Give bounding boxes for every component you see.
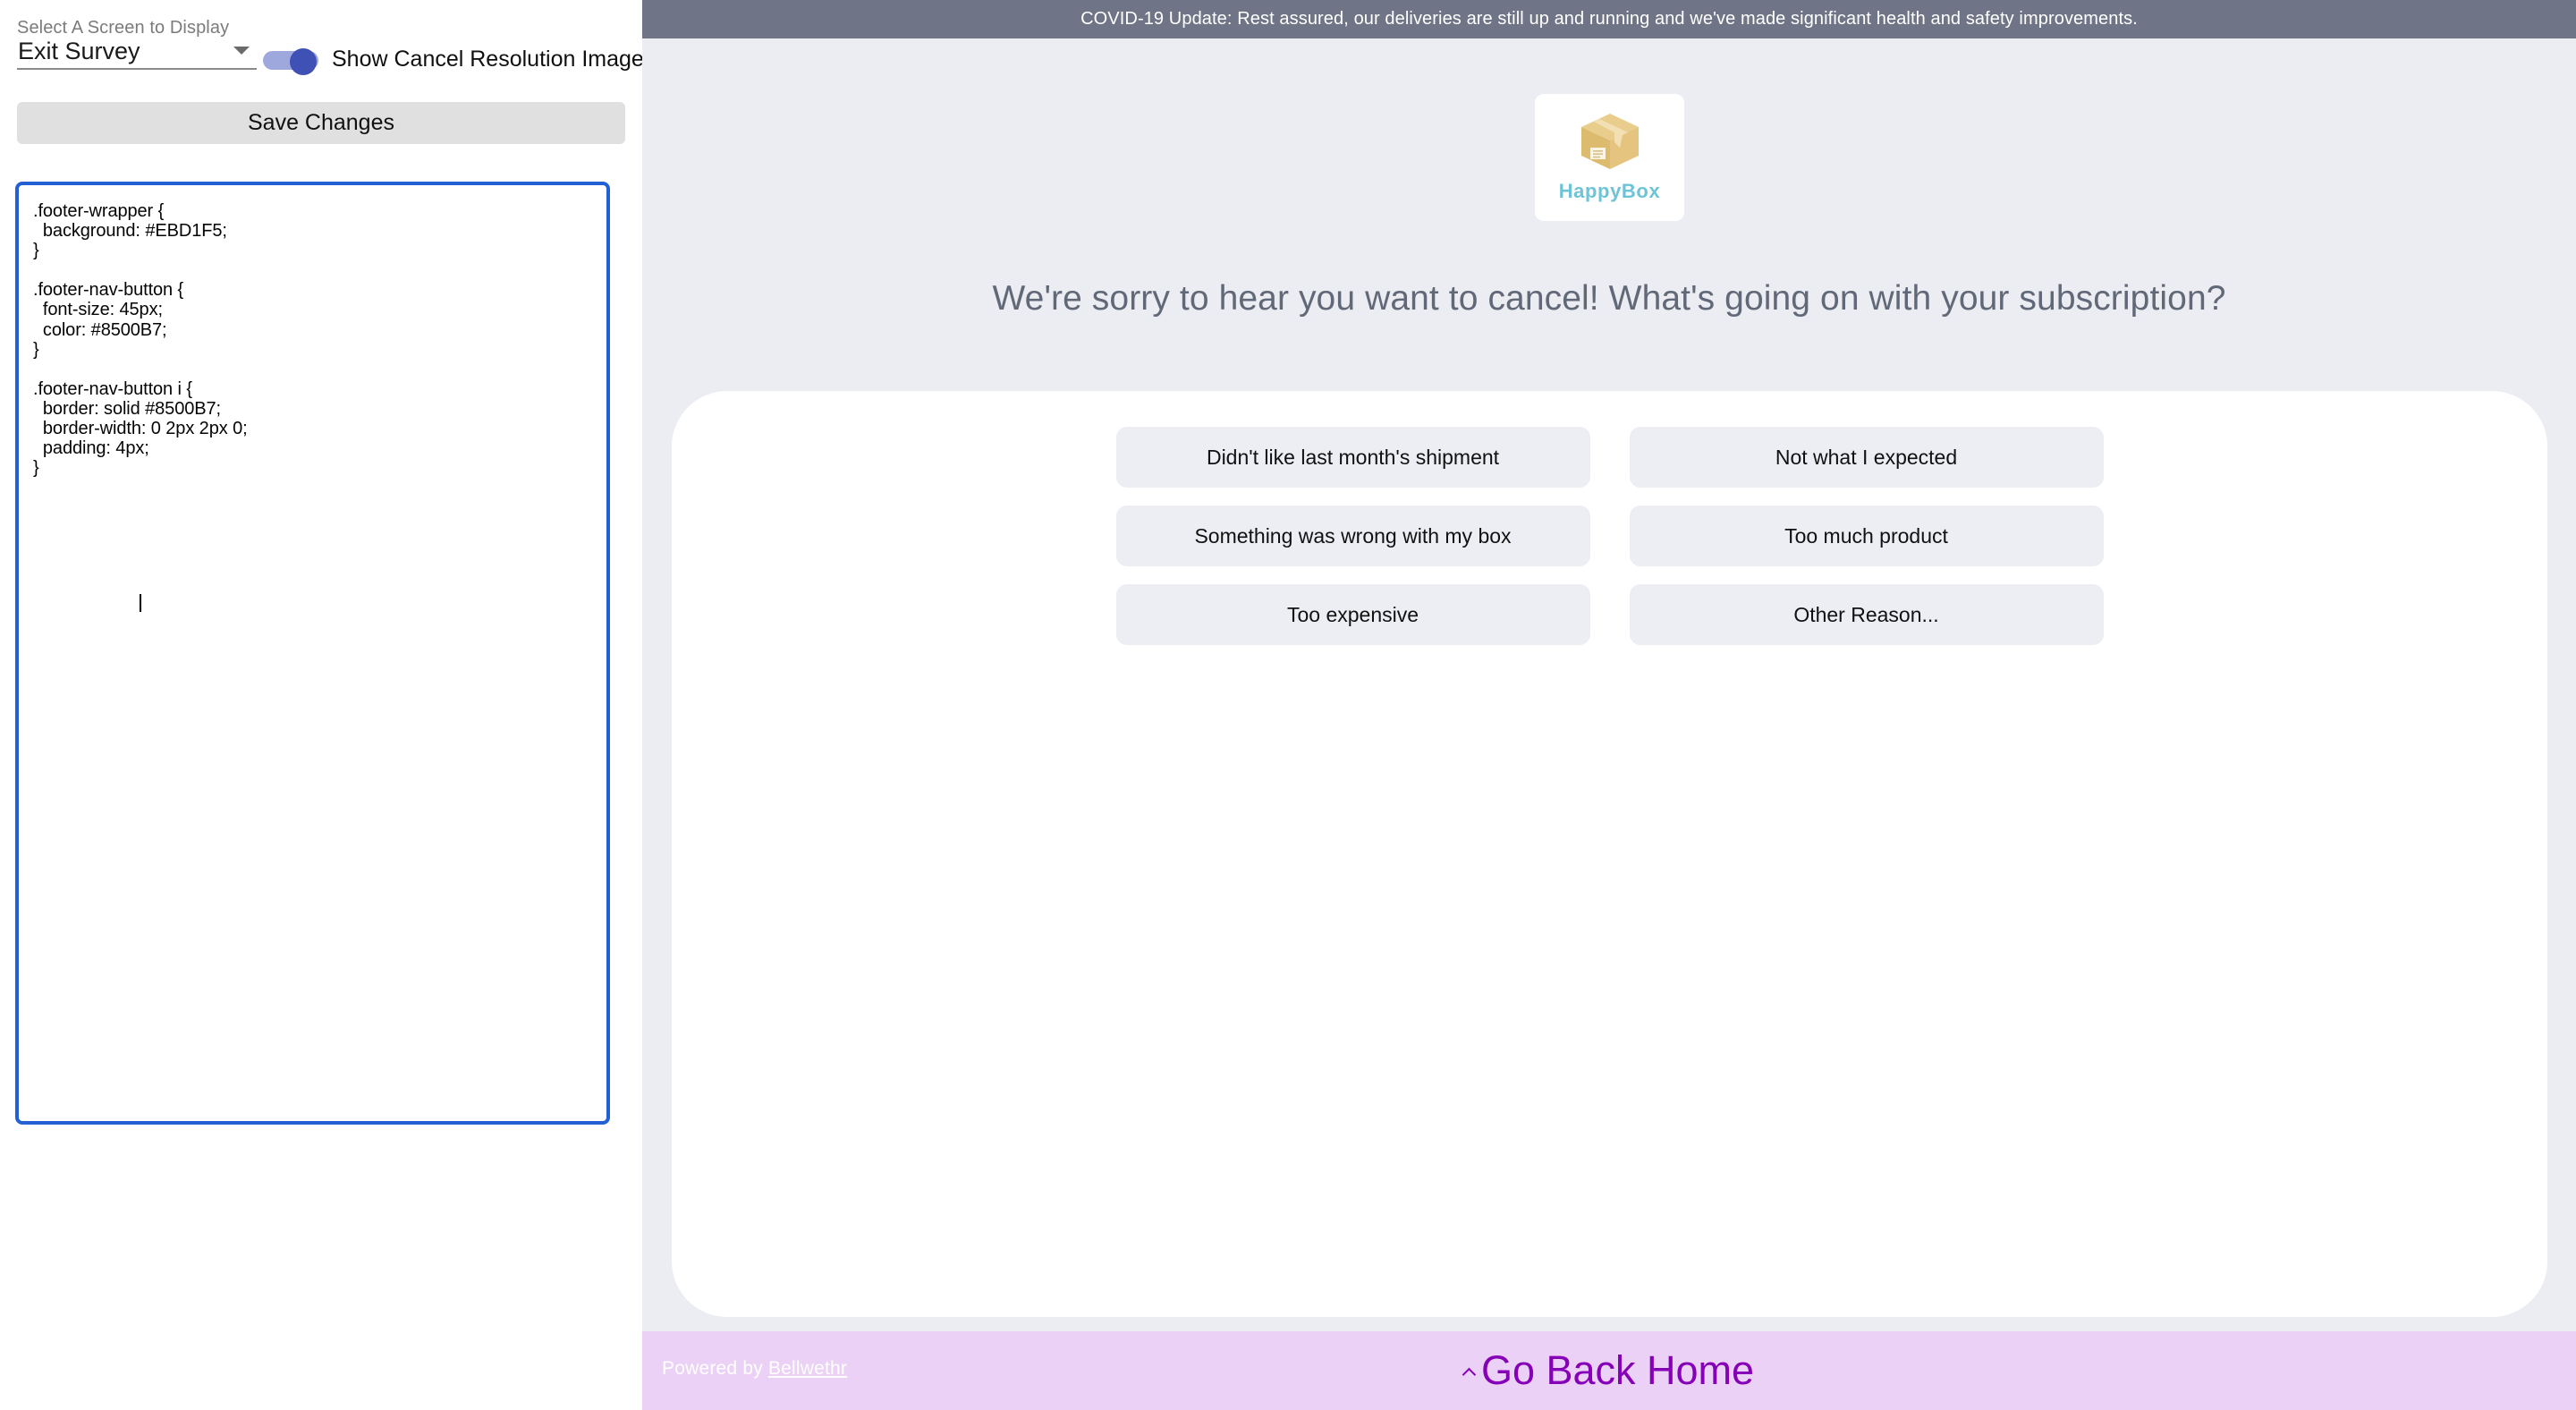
cardboard-box-icon [1580,114,1639,169]
show-cancel-resolution-image-toggle[interactable] [263,47,318,75]
text-cursor [140,594,141,612]
screen-select-underline [17,68,257,70]
toggle-knob[interactable] [290,47,317,75]
survey-options-grid: Didn't like last month's shipment Not wh… [1115,427,2104,645]
survey-option-button[interactable]: Other Reason... [1629,584,2104,645]
brand-name: HappyBox [1558,180,1661,202]
brand-card: HappyBox [1535,94,1684,221]
survey-headline: We're sorry to hear you want to cancel! … [992,279,2226,318]
survey-option-button[interactable]: Didn't like last month's shipment [1115,427,1590,488]
show-cancel-resolution-image-row: Show Cancel Resolution Image [263,47,644,75]
covid-banner-text: COVID-19 Update: Rest assured, our deliv… [1080,9,2138,29]
toggle-label: Show Cancel Resolution Image [332,47,644,72]
survey-option-button[interactable]: Too expensive [1115,584,1590,645]
app-root: Select A Screen to Display Exit Survey S… [0,0,2576,1410]
survey-option-button[interactable]: Something was wrong with my box [1115,505,1590,566]
footer-wrapper: Powered by Bellwethr Go Back Home [642,1331,2576,1410]
chevron-up-icon [1462,1367,1477,1381]
survey-option-button[interactable]: Not what I expected [1629,427,2104,488]
screen-select[interactable]: Exit Survey [17,36,257,70]
save-changes-button[interactable]: Save Changes [17,102,625,144]
go-back-home-label: Go Back Home [1480,1347,1755,1393]
go-back-home-button[interactable]: Go Back Home [1459,1346,1759,1395]
covid-banner: COVID-19 Update: Rest assured, our deliv… [642,0,2576,38]
screen-select-value: Exit Survey [18,38,140,64]
survey-card: Didn't like last month's shipment Not wh… [672,391,2547,1317]
toggle-label-text: Show Cancel Resolution Image [332,47,644,72]
bellwethr-link[interactable]: Bellwethr [768,1358,847,1379]
powered-by-prefix: Powered by [662,1358,768,1379]
css-code-editor[interactable]: .footer-wrapper { background: #EBD1F5; }… [15,182,610,1125]
editor-panel: Select A Screen to Display Exit Survey S… [0,0,644,1410]
css-code-text[interactable]: .footer-wrapper { background: #EBD1F5; }… [19,185,606,478]
powered-by: Powered by Bellwethr [662,1358,847,1380]
chevron-down-icon [233,47,250,55]
survey-preview: COVID-19 Update: Rest assured, our deliv… [642,0,2576,1410]
survey-option-button[interactable]: Too much product [1629,505,2104,566]
